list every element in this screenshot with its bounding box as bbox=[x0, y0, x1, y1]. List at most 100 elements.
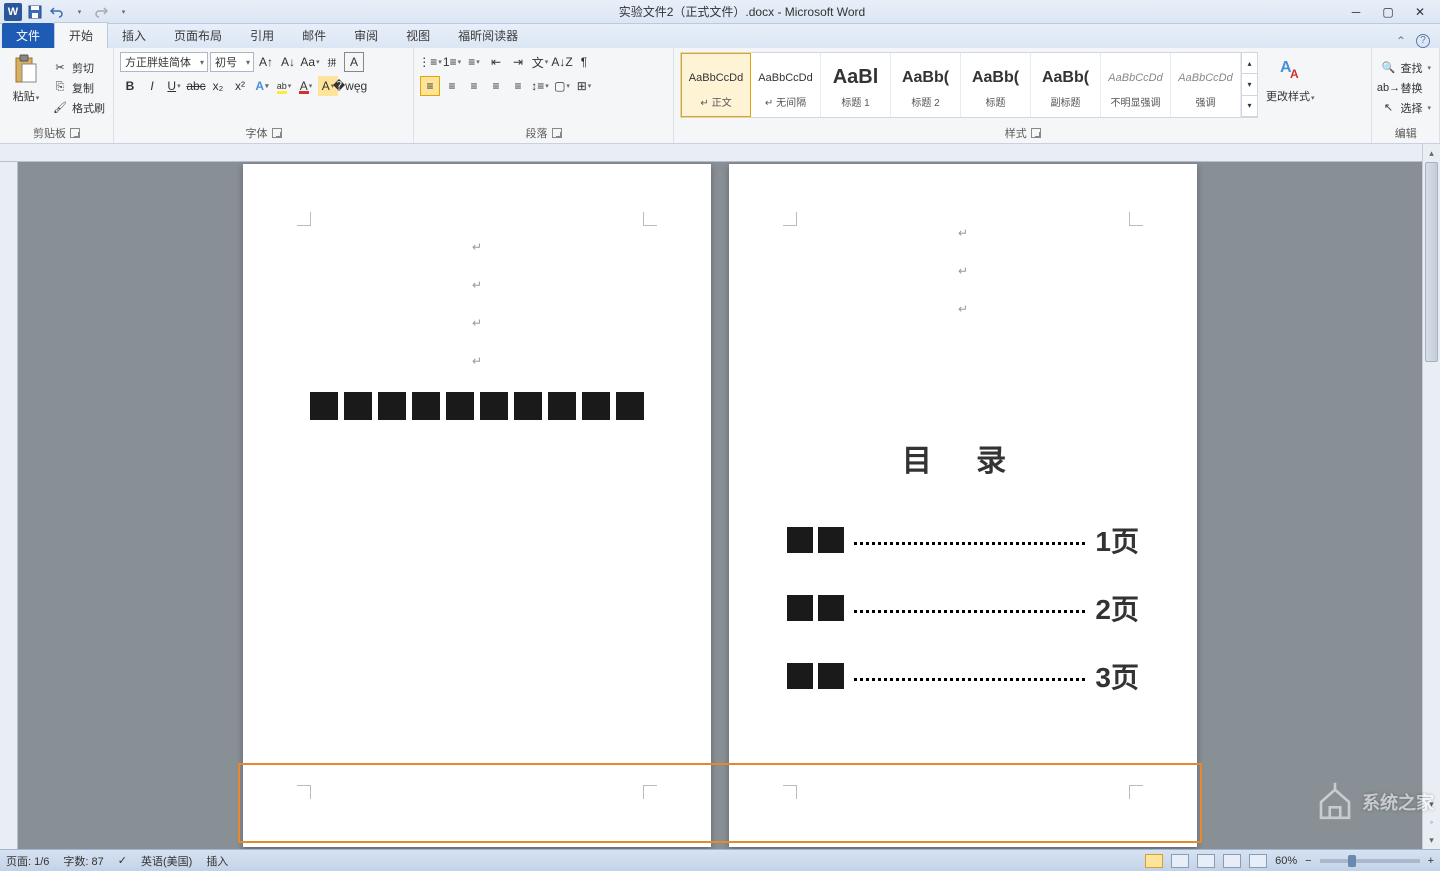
multilevel-button[interactable]: ≡ bbox=[464, 52, 484, 72]
tab-file[interactable]: 文件 bbox=[2, 23, 54, 48]
tab-foxit[interactable]: 福昕阅读器 bbox=[444, 23, 532, 48]
maximize-button[interactable]: ▢ bbox=[1380, 4, 1396, 20]
minimize-button[interactable]: ─ bbox=[1348, 4, 1364, 20]
replace-icon: ab→ bbox=[1380, 80, 1396, 96]
line-spacing-button[interactable]: ↕≡ bbox=[530, 76, 550, 96]
view-outline[interactable] bbox=[1223, 854, 1241, 868]
format-painter-button[interactable]: 🖌格式刷 bbox=[50, 99, 107, 117]
bullets-button[interactable]: ⋮≡ bbox=[420, 52, 440, 72]
shading-button[interactable]: ▢ bbox=[552, 76, 572, 96]
style-subtitle[interactable]: AaBb(副标题 bbox=[1031, 53, 1101, 117]
superscript-button[interactable]: x² bbox=[230, 76, 250, 96]
font-launcher[interactable] bbox=[272, 128, 282, 138]
tab-insert[interactable]: 插入 bbox=[108, 23, 160, 48]
view-web-layout[interactable] bbox=[1197, 854, 1215, 868]
undo-dropdown-icon[interactable] bbox=[70, 3, 88, 21]
tab-view[interactable]: 视图 bbox=[392, 23, 444, 48]
change-styles-button[interactable]: AA 更改样式 bbox=[1262, 52, 1319, 123]
text-effects-button[interactable]: A bbox=[252, 76, 272, 96]
style-title[interactable]: AaBb(标题 bbox=[961, 53, 1031, 117]
minimize-ribbon-icon[interactable]: ⌃ bbox=[1396, 34, 1406, 48]
style-heading2[interactable]: AaBb(标题 2 bbox=[891, 53, 961, 117]
status-words[interactable]: 字数: 87 bbox=[63, 853, 103, 869]
status-mode[interactable]: 插入 bbox=[206, 853, 228, 869]
style-heading1[interactable]: AaBl标题 1 bbox=[821, 53, 891, 117]
tab-layout[interactable]: 页面布局 bbox=[160, 23, 236, 48]
paragraph-launcher[interactable] bbox=[552, 128, 562, 138]
word-app-icon[interactable]: W bbox=[4, 3, 22, 21]
undo-icon[interactable] bbox=[48, 3, 66, 21]
decrease-indent-button[interactable]: ⇤ bbox=[486, 52, 506, 72]
vertical-ruler[interactable] bbox=[0, 162, 18, 849]
zoom-out-button[interactable]: − bbox=[1305, 855, 1311, 867]
view-fullscreen-reading[interactable] bbox=[1171, 854, 1189, 868]
styles-launcher[interactable] bbox=[1031, 128, 1041, 138]
tab-references[interactable]: 引用 bbox=[236, 23, 288, 48]
copy-button[interactable]: ⎘复制 bbox=[50, 79, 107, 97]
justify-button[interactable]: ≡ bbox=[486, 76, 506, 96]
sort-button[interactable]: A↓Z bbox=[552, 52, 572, 72]
distribute-button[interactable]: ≡ bbox=[508, 76, 528, 96]
italic-button[interactable]: I bbox=[142, 76, 162, 96]
close-button[interactable]: ✕ bbox=[1412, 4, 1428, 20]
style-emphasis[interactable]: AaBbCcDd强调 bbox=[1171, 53, 1241, 117]
char-border-button[interactable]: A bbox=[344, 52, 364, 72]
select-button[interactable]: ↖选择 bbox=[1378, 99, 1433, 117]
font-name-combo[interactable]: 方正胖娃简体 bbox=[120, 52, 208, 72]
change-case-button[interactable]: Aa bbox=[300, 52, 320, 72]
borders-button[interactable]: ⊞ bbox=[574, 76, 594, 96]
page-1[interactable]: ↵ ↵ ↵ ↵ bbox=[243, 164, 711, 847]
qat-customize-icon[interactable] bbox=[114, 3, 132, 21]
scroll-down-button[interactable]: ▾ bbox=[1423, 795, 1440, 813]
align-right-button[interactable]: ≡ bbox=[464, 76, 484, 96]
cut-button[interactable]: ✂剪切 bbox=[50, 59, 107, 77]
numbering-button[interactable]: 1≡ bbox=[442, 52, 462, 72]
align-center-button[interactable]: ≡ bbox=[442, 76, 462, 96]
style-normal[interactable]: AaBbCcDd↵ 正文 bbox=[681, 53, 751, 117]
redo-icon[interactable] bbox=[92, 3, 110, 21]
strikethrough-button[interactable]: abc bbox=[186, 76, 206, 96]
view-print-layout[interactable] bbox=[1145, 854, 1163, 868]
font-color-button[interactable]: A bbox=[296, 76, 316, 96]
page-2[interactable]: ↵ ↵ ↵ 目 录 1页 2页 3页 bbox=[729, 164, 1197, 847]
tab-home[interactable]: 开始 bbox=[54, 22, 108, 48]
font-size-combo[interactable]: 初号 bbox=[210, 52, 254, 72]
find-button[interactable]: 🔍查找 bbox=[1378, 59, 1433, 77]
status-language[interactable]: 英语(美国) bbox=[141, 853, 192, 869]
enclose-char-button[interactable]: �węg bbox=[340, 76, 360, 96]
increase-indent-button[interactable]: ⇥ bbox=[508, 52, 528, 72]
status-page[interactable]: 页面: 1/6 bbox=[6, 853, 49, 869]
show-marks-button[interactable]: ¶ bbox=[574, 52, 594, 72]
style-nospacing[interactable]: AaBbCcDd↵ 无间隔 bbox=[751, 53, 821, 117]
highlight-button[interactable]: ab bbox=[274, 76, 294, 96]
paragraph-mark: ↵ bbox=[301, 278, 653, 292]
subscript-button[interactable]: x₂ bbox=[208, 76, 228, 96]
tab-review[interactable]: 审阅 bbox=[340, 23, 392, 48]
zoom-in-button[interactable]: + bbox=[1428, 855, 1434, 867]
asian-layout-button[interactable]: 文 bbox=[530, 52, 550, 72]
status-zoom[interactable]: 60% bbox=[1275, 855, 1297, 867]
next-page-button[interactable]: ▾ bbox=[1423, 831, 1440, 849]
help-icon[interactable]: ? bbox=[1416, 34, 1430, 48]
vertical-scrollbar[interactable]: ▴ ▾ ◦ ▾ bbox=[1422, 144, 1440, 849]
paste-button[interactable]: 粘贴 bbox=[6, 52, 46, 123]
bold-button[interactable]: B bbox=[120, 76, 140, 96]
phonetic-guide-button[interactable]: 拼 bbox=[322, 52, 342, 72]
style-subtle-emphasis[interactable]: AaBbCcDd不明显强调 bbox=[1101, 53, 1171, 117]
underline-button[interactable]: U bbox=[164, 76, 184, 96]
view-draft[interactable] bbox=[1249, 854, 1267, 868]
align-left-button[interactable]: ≡ bbox=[420, 76, 440, 96]
save-icon[interactable] bbox=[26, 3, 44, 21]
grow-font-button[interactable]: A↑ bbox=[256, 52, 276, 72]
horizontal-ruler[interactable] bbox=[0, 144, 1422, 162]
clipboard-launcher[interactable] bbox=[70, 128, 80, 138]
replace-button[interactable]: ab→替换 bbox=[1378, 79, 1433, 97]
status-spellcheck-icon[interactable]: ✓ bbox=[118, 854, 127, 867]
scroll-up-button[interactable]: ▴ bbox=[1423, 144, 1440, 162]
scroll-thumb[interactable] bbox=[1425, 162, 1438, 362]
styles-gallery-more[interactable]: ▴▾▾ bbox=[1241, 53, 1257, 117]
shrink-font-button[interactable]: A↓ bbox=[278, 52, 298, 72]
tab-mailings[interactable]: 邮件 bbox=[288, 23, 340, 48]
prev-page-button[interactable]: ◦ bbox=[1423, 813, 1440, 831]
zoom-slider[interactable] bbox=[1320, 859, 1420, 863]
